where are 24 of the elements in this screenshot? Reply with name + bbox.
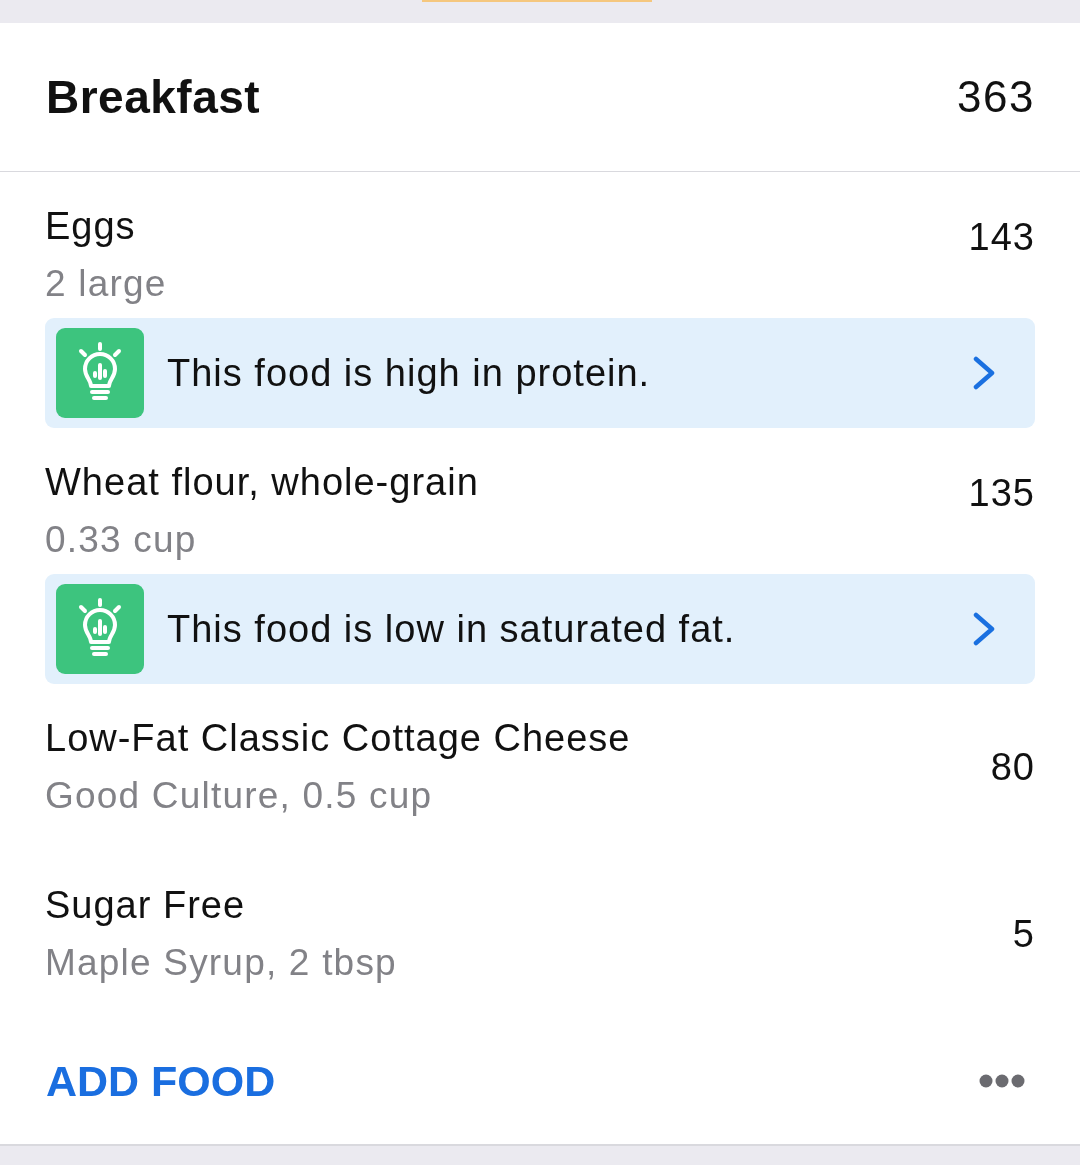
meal-title: Breakfast <box>46 70 261 124</box>
food-name: Sugar Free <box>45 883 246 928</box>
food-serving: 0.33 cup <box>45 518 197 562</box>
more-icon[interactable] <box>979 1074 1025 1088</box>
add-food-button[interactable]: ADD FOOD <box>46 1056 276 1106</box>
lightbulb-icon <box>56 328 144 418</box>
lightbulb-icon <box>56 584 144 674</box>
food-calories: 5 <box>1012 911 1035 957</box>
food-calories: 80 <box>990 744 1035 790</box>
food-calories: 143 <box>968 215 1035 260</box>
food-name: Low-Fat Classic Cottage Cheese <box>45 716 631 761</box>
insight-text: This food is high in protein. <box>167 351 652 395</box>
food-calories: 135 <box>968 471 1035 516</box>
food-serving: 2 large <box>45 262 167 306</box>
chevron-right-icon <box>973 612 995 646</box>
insight-banner[interactable]: This food is high in protein. <box>45 318 1035 428</box>
chevron-right-icon <box>973 356 995 390</box>
food-name: Eggs <box>45 204 136 249</box>
insight-banner[interactable]: This food is low in saturated fat. <box>45 574 1035 684</box>
food-serving: Good Culture, 0.5 cup <box>45 774 433 818</box>
food-serving: Maple Syrup, 2 tbsp <box>45 941 397 985</box>
insight-text: This food is low in saturated fat. <box>167 607 737 651</box>
food-name: Wheat flour, whole-grain <box>45 460 479 505</box>
meal-calories: 363 <box>957 72 1035 122</box>
